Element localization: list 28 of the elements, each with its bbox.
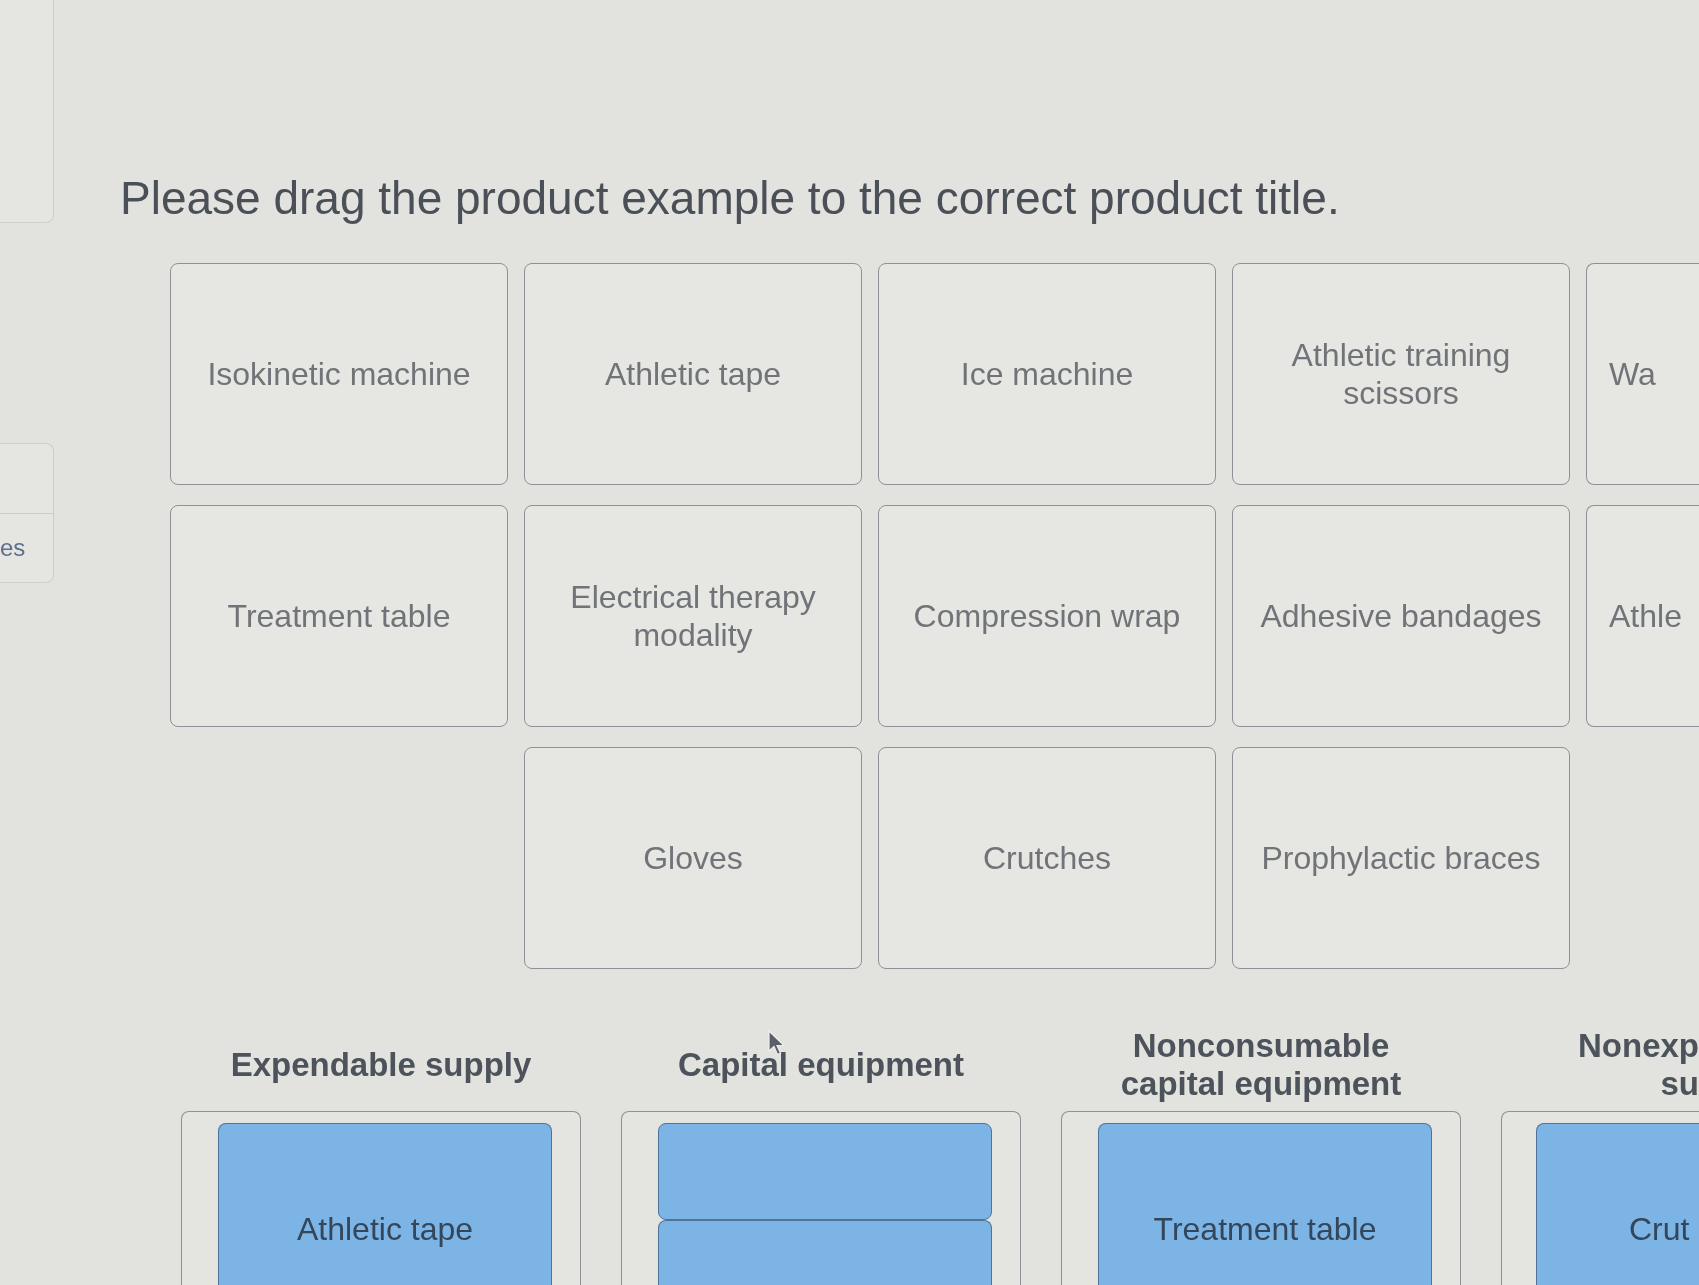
product-card[interactable]: Prophylactic braces <box>1232 747 1570 969</box>
drop-zone[interactable] <box>621 1111 1021 1285</box>
answer-card[interactable] <box>658 1123 992 1220</box>
category-heading: Capital equipment <box>678 1046 964 1084</box>
product-card[interactable]: Gloves <box>524 747 862 969</box>
category-heading: Nonexp su <box>1578 1027 1699 1103</box>
product-card[interactable]: Isokinetic machine <box>170 263 508 485</box>
product-card[interactable]: Crutches <box>878 747 1216 969</box>
instruction-text: Please drag the product example to the correct product title. <box>120 171 1340 225</box>
product-card[interactable]: Wa <box>1586 263 1699 485</box>
product-card[interactable]: Adhesive bandages <box>1232 505 1570 727</box>
drop-zone[interactable]: Athletic tape <box>181 1111 581 1285</box>
category-heading: Expendable supply <box>230 1046 532 1084</box>
drop-zone[interactable]: Crut <box>1501 1111 1699 1285</box>
answer-card[interactable]: Crut <box>1536 1123 1699 1285</box>
product-card[interactable]: Ice machine <box>878 263 1216 485</box>
product-card[interactable]: Athletic training scissors <box>1232 263 1570 485</box>
product-card[interactable]: Athletic tape <box>524 263 862 485</box>
sidebar-label[interactable]: es <box>0 534 26 562</box>
product-card[interactable]: Compression wrap <box>878 505 1216 727</box>
drop-zone[interactable]: Treatment table <box>1061 1111 1461 1285</box>
category-heading: Nonconsumable capital equipment <box>1120 1027 1402 1103</box>
answer-card[interactable]: Treatment table <box>1098 1123 1432 1285</box>
product-card[interactable]: Athle <box>1586 505 1699 727</box>
product-card[interactable]: Treatment table <box>170 505 508 727</box>
answer-card[interactable] <box>658 1220 992 1285</box>
answer-card[interactable]: Athletic tape <box>218 1123 552 1285</box>
product-card[interactable]: Electrical therapy modality <box>524 505 862 727</box>
